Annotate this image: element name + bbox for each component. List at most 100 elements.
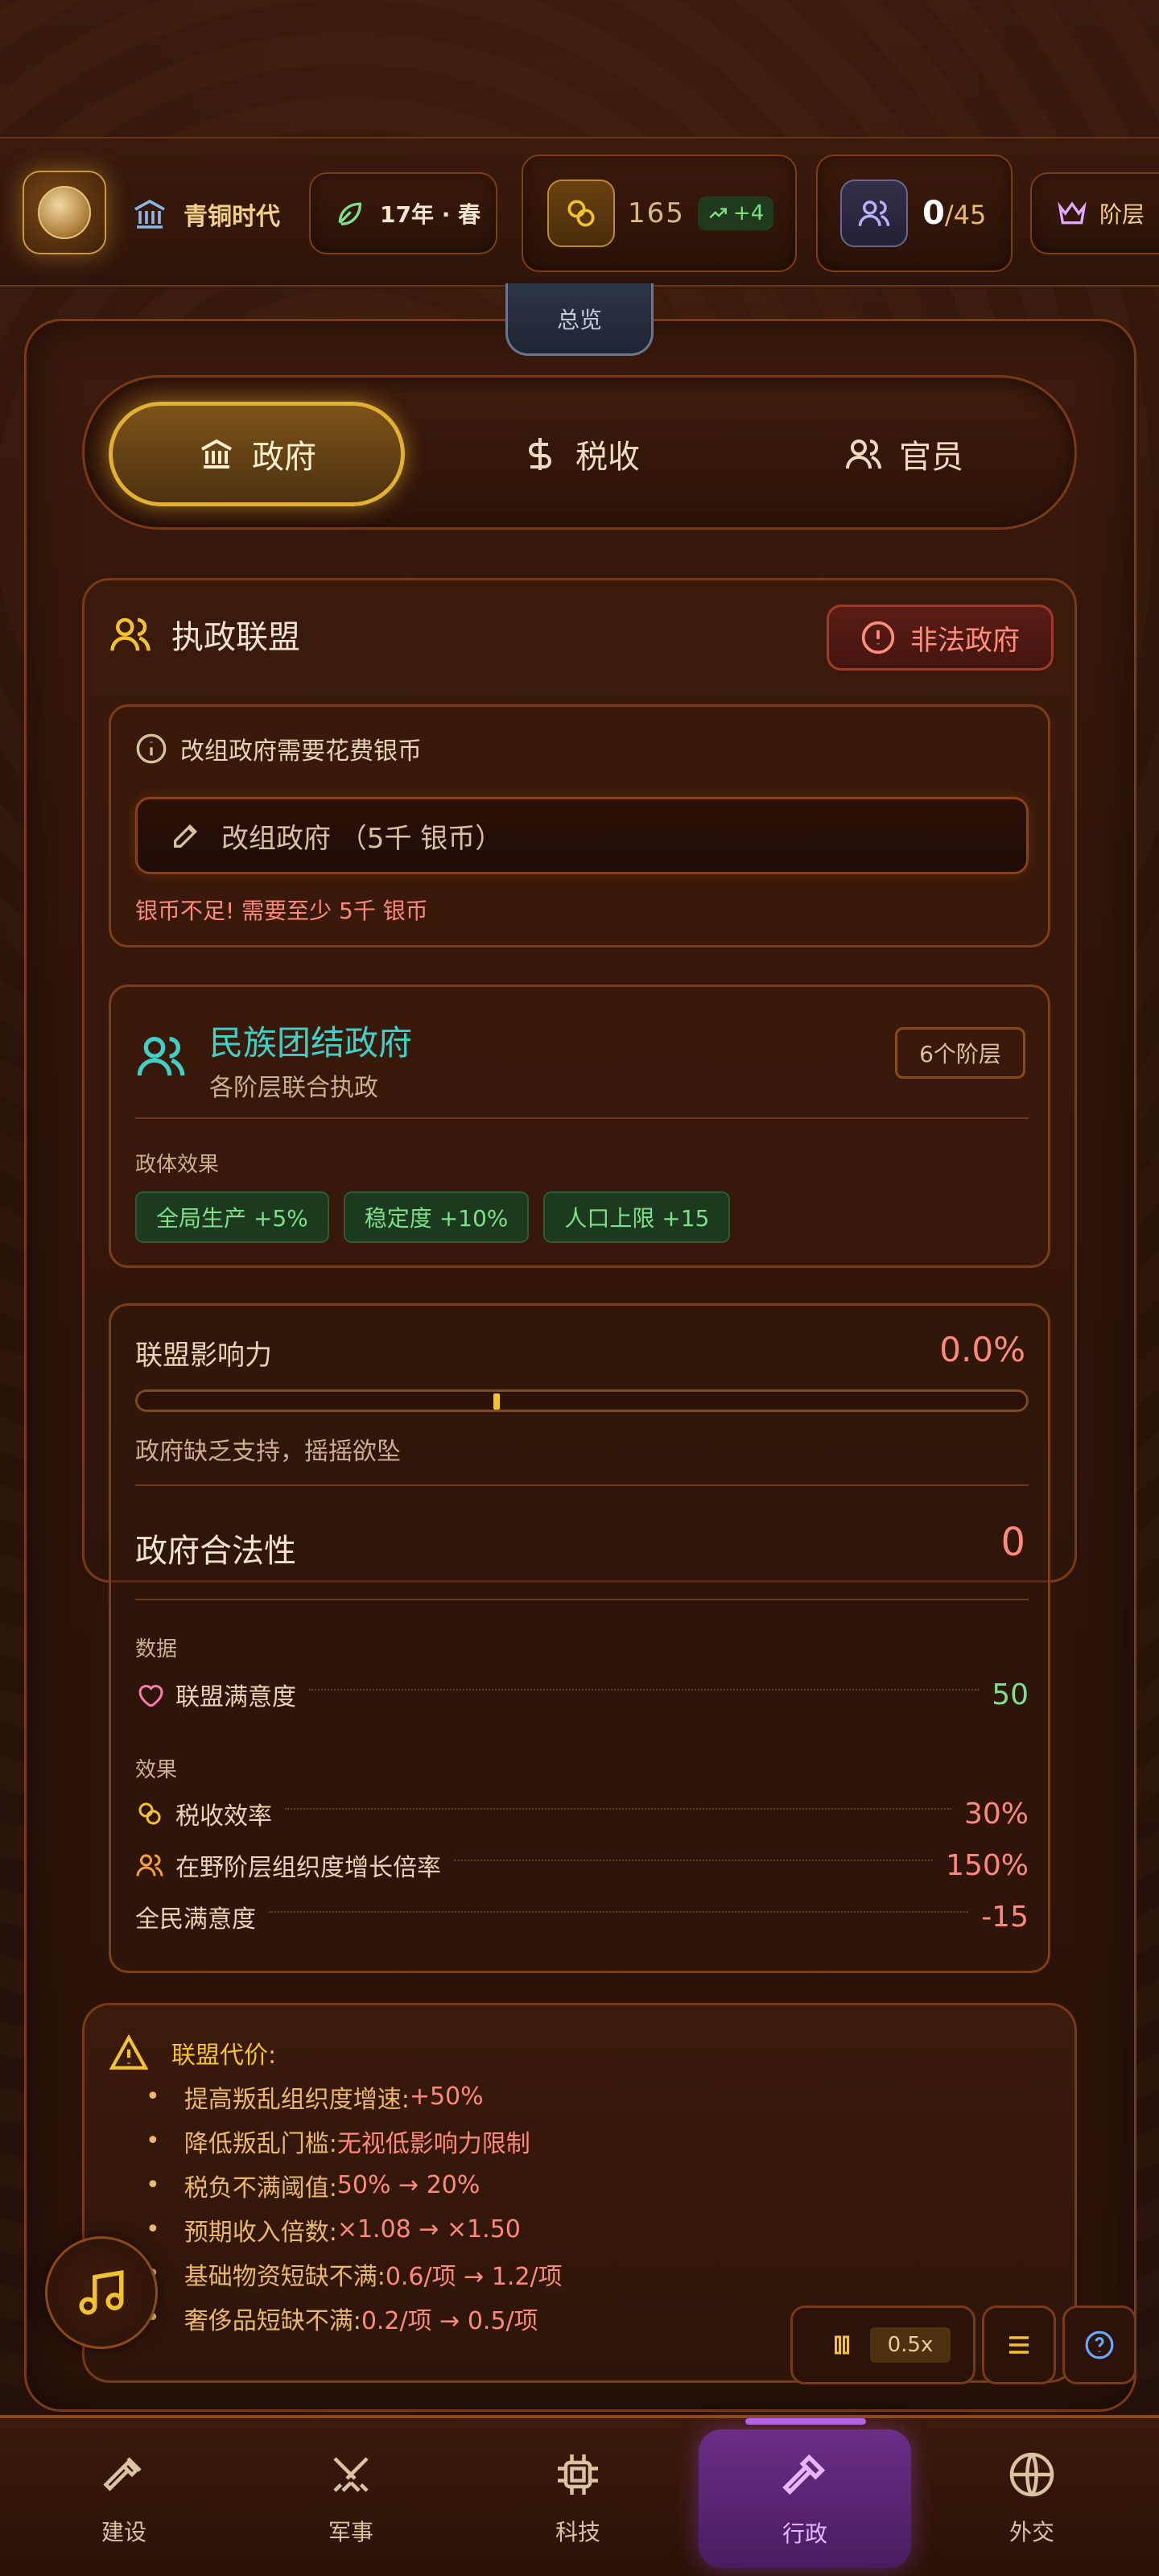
- effect-tag: 人口上限 +15: [543, 1191, 731, 1243]
- class-label: 阶层: [1099, 201, 1145, 228]
- cost-item-label: 基础物资短缺不满:: [184, 2262, 386, 2291]
- divider: [135, 1117, 1029, 1119]
- cost-item-label: 预期收入倍数:: [184, 2218, 337, 2247]
- organization-growth-row: 在野阶层组织度增长倍率 150%: [135, 1845, 1029, 1885]
- dollar-icon: [529, 438, 551, 470]
- nav-label: 建设: [101, 2519, 146, 2545]
- era-indicator[interactable]: 青铜时代: [130, 192, 280, 237]
- crown-icon: [1058, 201, 1087, 225]
- overview-label: 总览: [556, 306, 602, 333]
- users-icon: [136, 1854, 163, 1876]
- coins-icon: [138, 1802, 161, 1825]
- leaf-icon: [338, 202, 362, 225]
- divider: [135, 1484, 1029, 1486]
- nav-label: 行政: [782, 2520, 827, 2547]
- help-button[interactable]: [1062, 2306, 1136, 2384]
- reorganize-button[interactable]: 改组政府 （5千 银币）: [135, 797, 1029, 874]
- nav-technology[interactable]: 科技: [472, 2429, 684, 2568]
- government-name: 民族团结政府: [209, 1023, 413, 1063]
- info-icon: [136, 733, 167, 764]
- date-label: 17年 · 春: [380, 201, 481, 228]
- cost-item: 奢侈品短缺不满: 0.2/项 → 0.5/项: [146, 2296, 563, 2340]
- cost-list: 提高叛乱组织度增速: +50% 降低叛乱门槛: 无视低影响力限制 税负不满阈值:…: [146, 2074, 563, 2340]
- bank-icon: [201, 439, 232, 469]
- organization-growth-value: 150%: [946, 1848, 1029, 1882]
- status-badge-label: 非法政府: [910, 624, 1020, 657]
- speed-value[interactable]: 0.5x: [870, 2327, 951, 2363]
- era-label: 青铜时代: [184, 203, 280, 231]
- public-satisfaction-value: -15: [981, 1900, 1029, 1934]
- pause-icon[interactable]: [830, 2333, 854, 2357]
- data-section-label: 数据: [135, 1637, 178, 1662]
- cost-title: 联盟代价:: [171, 2041, 277, 2070]
- effect-tag: 全局生产 +5%: [135, 1191, 329, 1243]
- civilization-emblem[interactable]: [23, 171, 106, 254]
- swords-icon: [333, 2457, 369, 2492]
- influence-value: 0.0%: [939, 1330, 1025, 1369]
- cost-item-value: 0.2/项 → 0.5/项: [361, 2306, 538, 2335]
- satisfaction-label: 联盟满意度: [175, 1683, 296, 1711]
- nav-diplomacy[interactable]: 外交: [926, 2429, 1138, 2568]
- dotted-leader: [454, 1860, 934, 1861]
- population-max: /45: [944, 200, 987, 230]
- tax-efficiency-value: 30%: [963, 1797, 1029, 1831]
- influence-card: 联盟影响力 0.0% 政府缺乏支持，摇摇欲坠 政府合法性 0 数据 联盟满意度 …: [109, 1303, 1050, 1973]
- cost-item: 预期收入倍数: ×1.08 → ×1.50: [146, 2207, 563, 2252]
- chip-icon: [558, 2454, 598, 2495]
- gavel-icon: [782, 2454, 826, 2496]
- cost-item-value: 无视低影响力限制: [336, 2129, 530, 2158]
- effects-section-label: 效果: [135, 1758, 178, 1782]
- silver-display[interactable]: 165 +4: [522, 155, 797, 272]
- warning-icon: [109, 2033, 149, 2070]
- active-nav-indicator: [745, 2418, 866, 2425]
- class-button[interactable]: 阶层: [1030, 172, 1159, 254]
- population-current: 0: [922, 195, 945, 232]
- top-resource-bar: 青铜时代 17年 · 春 165 +4 0/45 阶层: [0, 137, 1159, 287]
- population-icon: [840, 180, 908, 247]
- users-icon: [110, 617, 151, 651]
- legitimacy-value: 0: [1000, 1520, 1025, 1565]
- reorganize-info: 改组政府需要花费银币: [180, 737, 422, 766]
- temple-icon: [134, 199, 165, 229]
- trend-up-icon: [709, 208, 727, 219]
- nav-build[interactable]: 建设: [18, 2429, 230, 2568]
- nav-military[interactable]: 军事: [245, 2429, 457, 2568]
- music-button[interactable]: [45, 2236, 158, 2349]
- dragon-emblem-icon: [38, 186, 91, 239]
- cost-item-value: 0.6/项 → 1.2/项: [385, 2262, 563, 2291]
- class-count-badge: 6个阶层: [895, 1027, 1025, 1079]
- dotted-leader: [309, 1689, 980, 1690]
- hammer-icon: [103, 2457, 142, 2491]
- nav-administration[interactable]: 行政: [699, 2429, 911, 2568]
- users-icon: [846, 440, 881, 469]
- globe-icon: [1009, 2452, 1054, 2497]
- silver-rate-value: +4: [732, 201, 765, 225]
- cost-item-value: ×1.08 → ×1.50: [336, 2215, 521, 2244]
- coins-icon: [547, 180, 615, 247]
- alert-circle-icon: [861, 621, 895, 654]
- game-speed-control[interactable]: 0.5x: [790, 2306, 975, 2384]
- tab-tax[interactable]: 税收: [432, 402, 728, 506]
- legitimacy-label: 政府合法性: [135, 1533, 296, 1570]
- tab-label: 税收: [575, 439, 640, 476]
- influence-note: 政府缺乏支持，摇摇欲坠: [135, 1438, 401, 1466]
- organization-growth-label: 在野阶层组织度增长倍率: [175, 1854, 441, 1882]
- population-display[interactable]: 0/45: [816, 155, 1013, 272]
- government-type-card: 民族团结政府 各阶层联合执政 6个阶层 政体效果 全局生产 +5% 稳定度 +1…: [109, 985, 1050, 1268]
- cost-item-value: 50% → 20%: [336, 2171, 481, 2199]
- cost-item-label: 提高叛乱组织度增速:: [184, 2085, 410, 2114]
- silver-amount: 165: [628, 197, 685, 229]
- tab-government[interactable]: 政府: [109, 402, 405, 506]
- coalition-card: 执政联盟 非法政府 改组政府需要花费银币 改组政府 （5千 银币） 银币不足! …: [82, 578, 1077, 1973]
- nav-label: 军事: [328, 2519, 373, 2545]
- menu-button[interactable]: [982, 2306, 1056, 2384]
- tab-officials[interactable]: 官员: [756, 402, 1052, 506]
- influence-threshold-marker: [493, 1393, 500, 1410]
- bottom-navigation: 建设 军事 科技 行政 外交: [0, 2415, 1159, 2576]
- cost-item: 税负不满阈值: 50% → 20%: [146, 2163, 563, 2207]
- cost-item-label: 税负不满阈值:: [184, 2174, 337, 2202]
- public-satisfaction-label: 全民满意度: [135, 1905, 256, 1934]
- overview-tab[interactable]: 总览: [505, 283, 654, 356]
- date-display[interactable]: 17年 · 春: [309, 172, 497, 254]
- illegal-government-badge[interactable]: 非法政府: [827, 605, 1054, 671]
